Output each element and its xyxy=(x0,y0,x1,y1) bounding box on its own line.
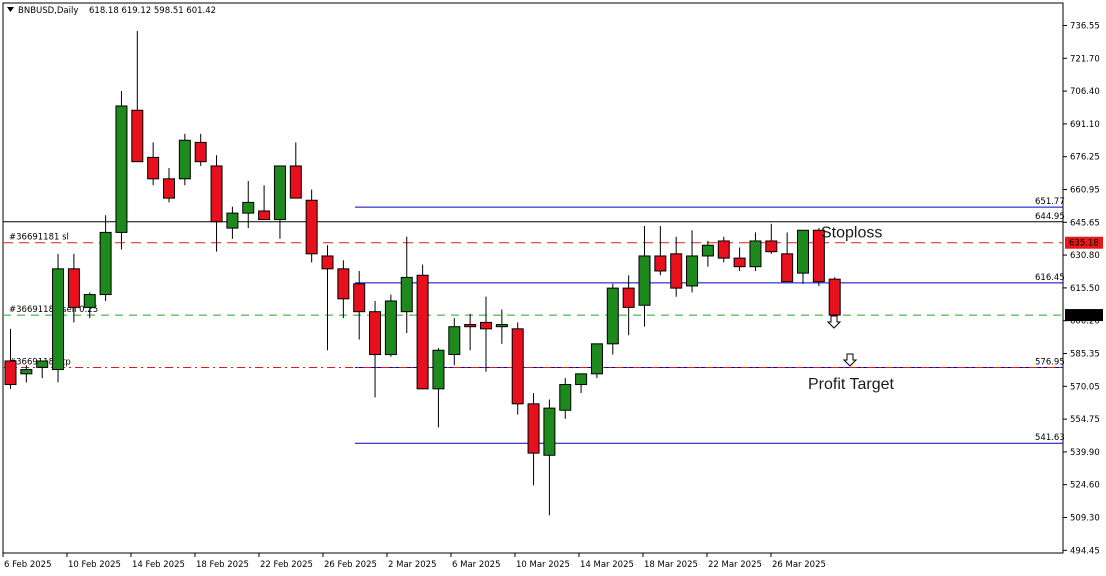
price-tick-label: 615.50 xyxy=(1070,284,1100,294)
candle-bull xyxy=(686,255,699,287)
candle-bull xyxy=(638,255,651,306)
current-price-tag: 601.42 xyxy=(1069,311,1099,321)
date-tick-label: 14 Feb 2025 xyxy=(132,560,185,570)
header-symbol: BNBUSD,Daily xyxy=(18,6,78,16)
date-tick-label: 10 Mar 2025 xyxy=(516,560,570,570)
price-tick-label: 721.70 xyxy=(1070,54,1100,64)
candle-bull xyxy=(52,268,65,371)
level-label: 651.77 xyxy=(1035,197,1065,207)
candle-bull xyxy=(115,105,128,233)
level-label: 644.95 xyxy=(1035,212,1065,222)
candle-bear xyxy=(258,210,271,221)
candle-bull xyxy=(448,326,461,356)
date-tick-label: 18 Feb 2025 xyxy=(196,560,249,570)
price-tick-label: 554.75 xyxy=(1070,415,1100,425)
price-tick-label: 691.10 xyxy=(1070,120,1100,130)
candle-bull xyxy=(273,165,286,221)
price-tick-label: 676.25 xyxy=(1070,153,1100,163)
date-tick-label: 18 Mar 2025 xyxy=(644,560,698,570)
candle-bull xyxy=(749,240,762,268)
candle-bear xyxy=(210,165,223,223)
candle-bull xyxy=(543,407,556,456)
price-tick-label: 570.05 xyxy=(1070,382,1100,392)
price-tick-label: 539.90 xyxy=(1070,448,1100,458)
price-tick-label: 736.55 xyxy=(1070,22,1100,32)
candle-bear xyxy=(369,311,382,356)
date-tick-label: 6 Feb 2025 xyxy=(4,560,52,570)
candle-bull xyxy=(20,369,33,375)
candle-bull xyxy=(83,294,96,308)
price-tick-label: 660.95 xyxy=(1070,186,1100,196)
candle-bear xyxy=(194,141,207,163)
candle-bear xyxy=(622,287,635,308)
date-tick-label: 26 Mar 2025 xyxy=(772,560,826,570)
candle-bear xyxy=(527,403,540,454)
sl-price-tag: 635.18 xyxy=(1069,239,1099,249)
candle-bear xyxy=(289,165,302,199)
date-tick-label: 10 Feb 2025 xyxy=(68,560,121,570)
date-tick-label: 22 Feb 2025 xyxy=(260,560,313,570)
price-tick-label: 524.60 xyxy=(1070,481,1100,491)
candle-bull xyxy=(226,212,239,229)
candle-bear xyxy=(4,360,17,386)
candle-bear xyxy=(163,178,175,199)
candle-bull xyxy=(432,349,445,390)
chart-header: BNBUSD,Daily 618.18 619.12 598.51 601.42 xyxy=(6,5,216,16)
candle-bear xyxy=(733,257,746,268)
date-tick-label: 6 Mar 2025 xyxy=(452,560,500,570)
candle-bear xyxy=(147,156,160,180)
candle-bull xyxy=(701,244,714,257)
candle-bull xyxy=(559,384,572,411)
candle-bull xyxy=(606,287,619,345)
date-tick-label: 22 Mar 2025 xyxy=(708,560,762,570)
candle-bear xyxy=(670,253,683,289)
candle-bear xyxy=(337,268,350,300)
date-tick-label: 2 Mar 2025 xyxy=(388,560,436,570)
annotation-stoploss: Stoploss xyxy=(821,225,882,242)
candle-bull xyxy=(797,229,809,274)
candle-bear xyxy=(321,255,334,270)
candle-bull xyxy=(99,231,112,296)
date-tick-label: 14 Mar 2025 xyxy=(580,560,634,570)
candle-bear xyxy=(353,283,366,313)
candle-bear xyxy=(464,324,477,328)
candle-bull xyxy=(178,139,191,180)
candle-bear xyxy=(480,321,492,330)
candle-bear xyxy=(305,199,318,255)
candle-bear xyxy=(511,328,524,405)
price-tick-label: 585.35 xyxy=(1070,350,1100,360)
candle-bear xyxy=(654,255,667,272)
price-tick-label: 706.40 xyxy=(1070,87,1100,97)
candle-bull xyxy=(36,360,49,368)
order-label-sl: #36691181 sl xyxy=(9,233,69,243)
candle-bear xyxy=(67,268,80,308)
annotation-profit-target: Profit Target xyxy=(808,376,895,393)
candle-bull xyxy=(384,300,397,356)
price-tick-label: 630.80 xyxy=(1070,251,1100,261)
candle-bear xyxy=(781,253,794,283)
date-axis: 6 Feb 2025 10 Feb 2025 14 Feb 2025 18 Feb 2… xyxy=(2,553,826,570)
price-chart[interactable]: 651.77 644.95 616.45 576.95 541.63 #36691181… xyxy=(0,0,1106,576)
candle-bear xyxy=(828,278,841,316)
candle-bear xyxy=(717,240,730,259)
candle-bull xyxy=(400,276,413,313)
price-tick-label: 509.30 xyxy=(1070,514,1100,524)
level-label: 541.63 xyxy=(1035,433,1065,443)
level-label: 616.45 xyxy=(1035,273,1065,283)
date-tick-label: 26 Feb 2025 xyxy=(324,560,377,570)
candle-bear xyxy=(131,109,144,163)
plot-frame xyxy=(2,2,1064,554)
price-axis: 736.55 721.70 706.40 691.10 676.25 660.95 645.… xyxy=(1063,22,1103,556)
candle-bull xyxy=(575,373,588,386)
candle-bear xyxy=(416,274,429,390)
level-label: 576.95 xyxy=(1035,358,1065,368)
price-tick-label: 494.45 xyxy=(1070,546,1100,556)
candle-bear xyxy=(765,240,778,253)
candle-bull xyxy=(495,324,508,328)
candle-bull xyxy=(590,343,603,375)
header-ohlc: 618.18 619.12 598.51 601.42 xyxy=(89,6,216,16)
price-tick-label: 645.65 xyxy=(1070,218,1100,228)
candle-bull xyxy=(242,201,255,214)
